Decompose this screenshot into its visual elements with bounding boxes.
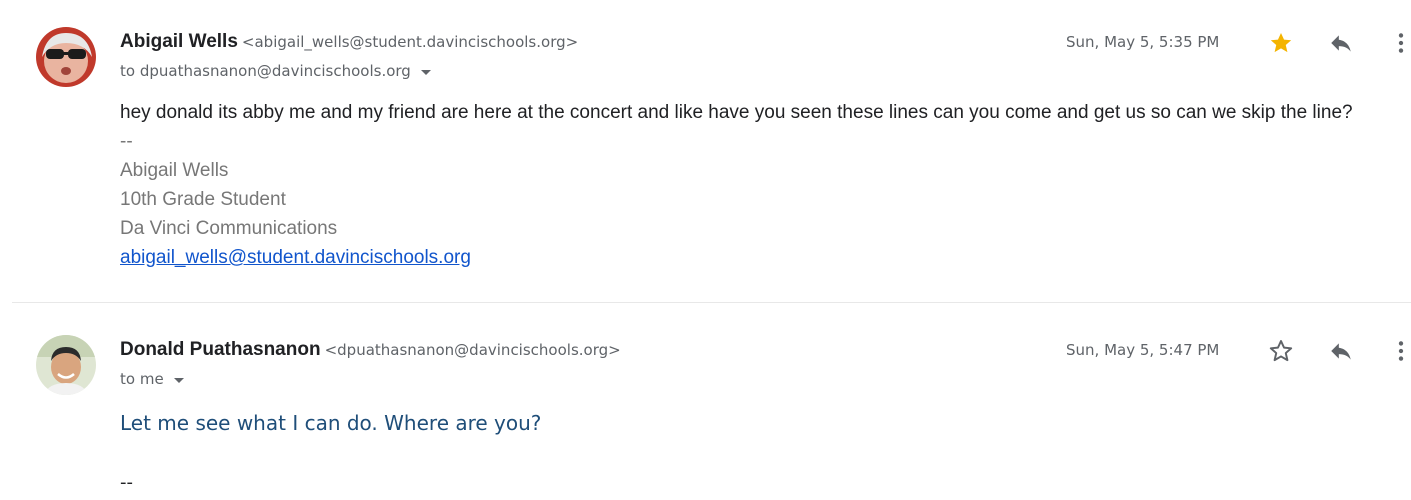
more-vert-icon <box>1398 341 1404 361</box>
sender-line: Donald Puathasnanon <dpuathasnanon@davinc… <box>120 339 621 361</box>
star-outline-icon <box>1269 340 1293 362</box>
message-body: Let me see what I can do. Where are you? <box>120 411 542 435</box>
star-button[interactable] <box>1266 28 1296 58</box>
recipients-text: to me <box>120 370 164 388</box>
recipients-text: to dpuathasnanon@davincischools.org <box>120 62 411 80</box>
sender-line: Abigail Wells <abigail_wells@student.davi… <box>120 31 578 53</box>
reply-button[interactable] <box>1326 336 1356 366</box>
message-timestamp: Sun, May 5, 5:35 PM <box>1066 33 1220 51</box>
sender-name[interactable]: Abigail Wells <box>120 31 238 52</box>
show-details-caret-icon[interactable] <box>420 69 431 75</box>
signature-email-link[interactable]: abigail_wells@student.davincischools.org <box>120 247 471 269</box>
recipients-line[interactable]: to dpuathasnanon@davincischools.org <box>120 62 431 80</box>
sender-name[interactable]: Donald Puathasnanon <box>120 339 321 360</box>
more-options-button[interactable] <box>1386 28 1411 58</box>
message-body: hey donald its abby me and my friend are… <box>120 102 1353 123</box>
recipients-line[interactable]: to me <box>120 370 184 388</box>
signature-org: Da Vinci Communications <box>120 218 338 239</box>
message-timestamp: Sun, May 5, 5:47 PM <box>1066 341 1220 359</box>
sender-avatar[interactable] <box>36 27 96 87</box>
signature-separator: -- <box>120 131 133 152</box>
more-vert-icon <box>1398 33 1404 53</box>
star-filled-icon <box>1270 33 1292 53</box>
signature-name: Abigail Wells <box>120 160 229 181</box>
reply-button[interactable] <box>1326 28 1356 58</box>
signature-title: 10th Grade Student <box>120 189 286 210</box>
more-options-button[interactable] <box>1386 336 1411 366</box>
message-divider <box>12 302 1411 303</box>
signature-separator: -- <box>120 472 133 493</box>
sender-email: <abigail_wells@student.davincischools.or… <box>241 33 579 51</box>
reply-icon <box>1331 35 1351 52</box>
sender-avatar[interactable] <box>36 335 96 395</box>
reply-icon <box>1331 343 1351 360</box>
sender-email: <dpuathasnanon@davincischools.org> <box>324 341 621 359</box>
star-button[interactable] <box>1266 336 1296 366</box>
show-details-caret-icon[interactable] <box>173 377 184 383</box>
